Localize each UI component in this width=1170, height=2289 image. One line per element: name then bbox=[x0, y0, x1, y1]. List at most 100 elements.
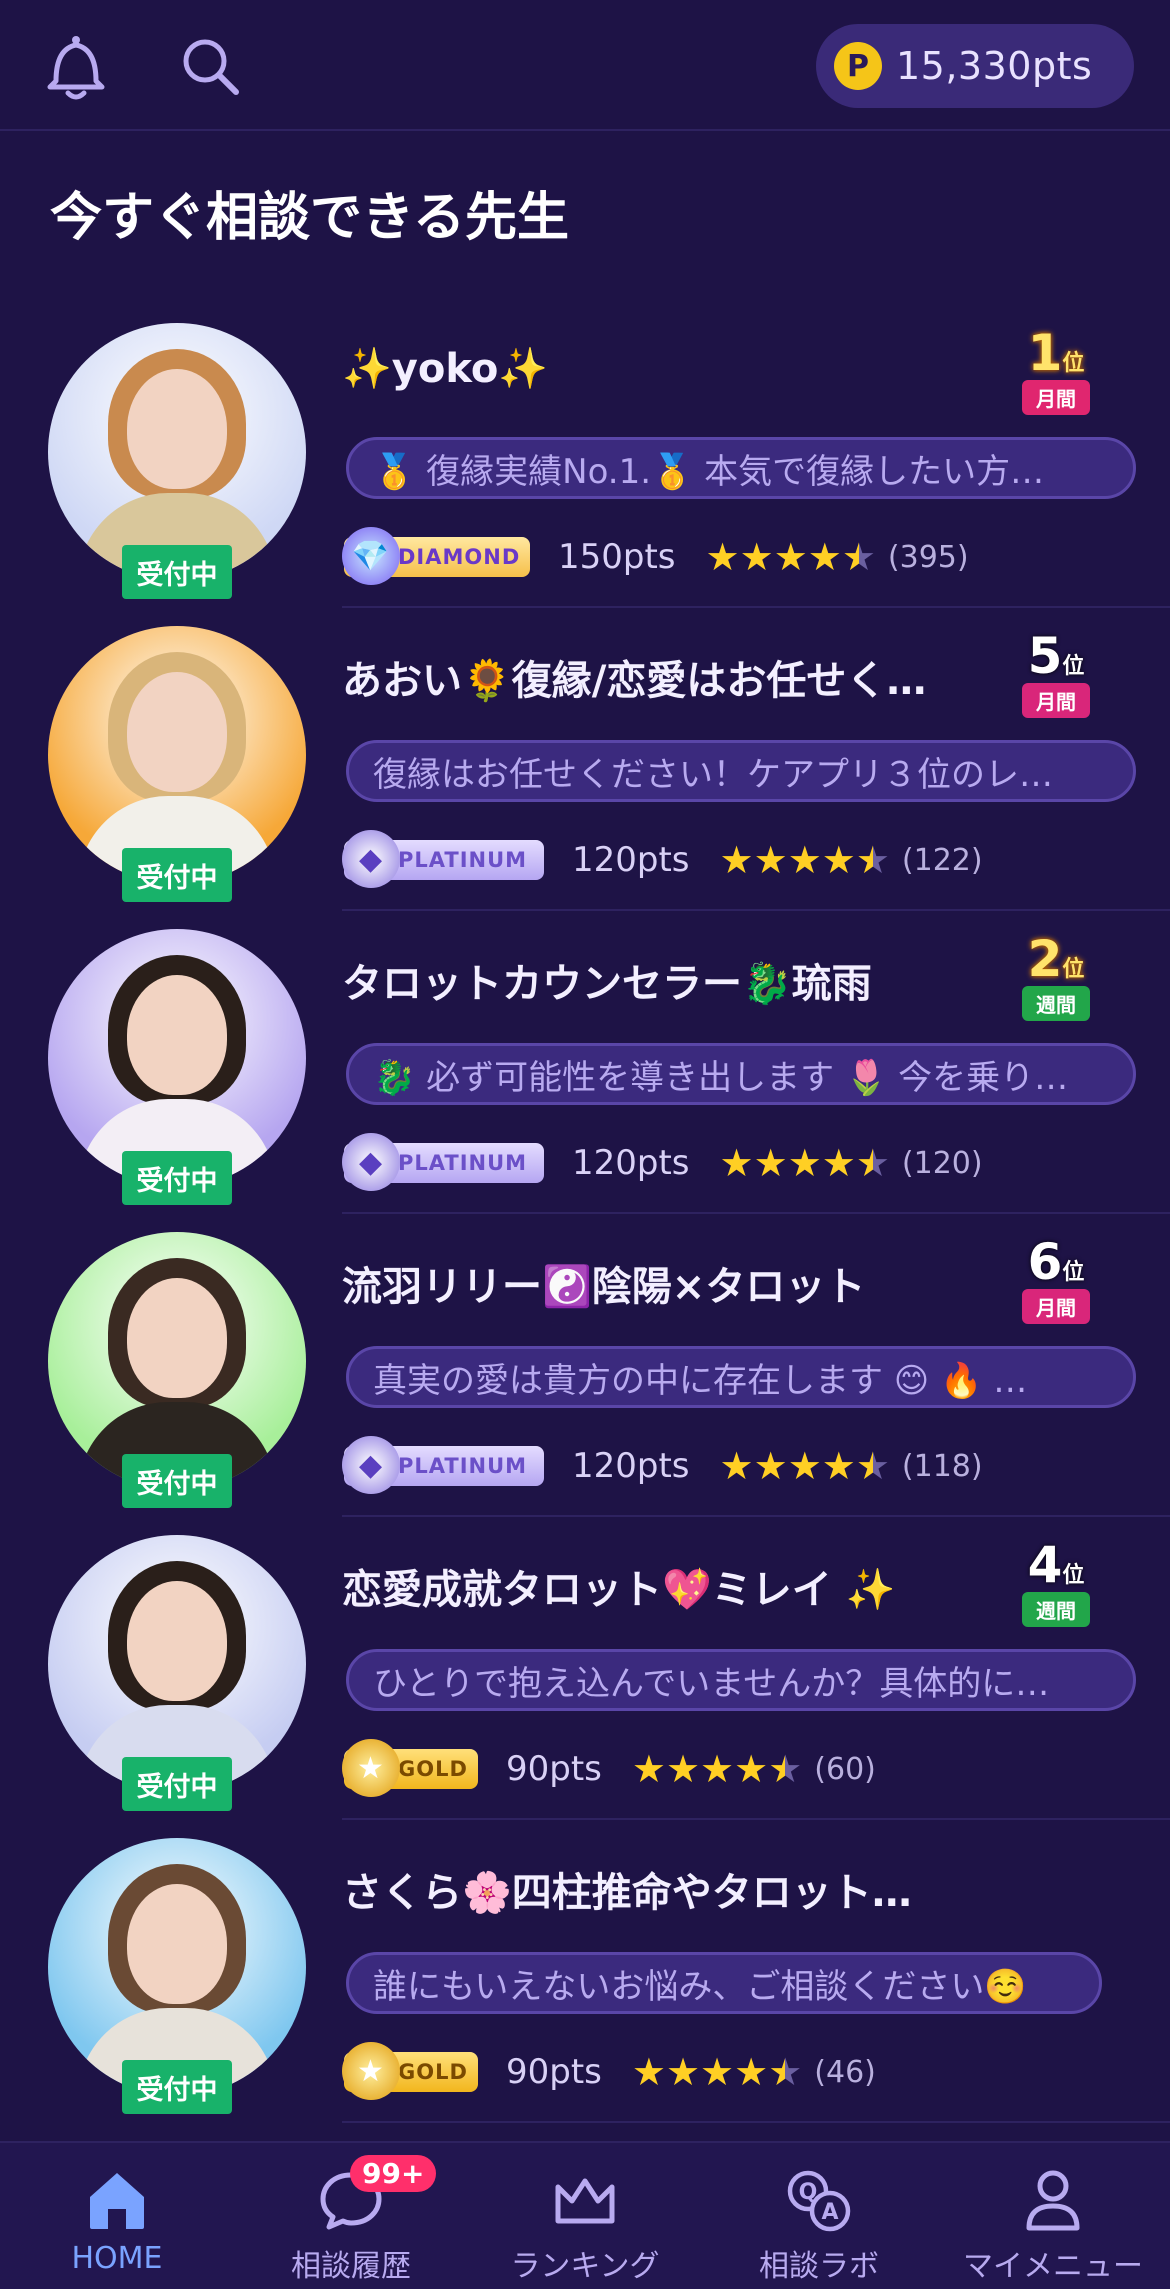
counselor-meta: ★ GOLD 90pts ★ ★ ★ ★ ★ (60) bbox=[342, 1739, 876, 1799]
rank-badge: 2位 週間 bbox=[986, 929, 1126, 1025]
price-per-minute: 150pts bbox=[558, 537, 676, 577]
avatar[interactable]: 受付中 bbox=[48, 1838, 306, 2114]
rating-star-icon: ★ bbox=[719, 838, 754, 882]
tier-label: GOLD bbox=[398, 2060, 468, 2084]
counselor-row[interactable]: 受付中 ✨yoko✨ 1位 月間 🥇 復縁実績No.1.🥇 本気で復縁したい方…… bbox=[0, 305, 1170, 608]
qa-icon: Q A bbox=[784, 2165, 854, 2235]
nav-mymenu[interactable]: マイメニュー bbox=[936, 2143, 1170, 2289]
rank-badge: 1位 月間 bbox=[986, 323, 1126, 419]
counselor-name: ✨yoko✨ bbox=[342, 346, 549, 392]
rating-star-icon: ★ bbox=[787, 1141, 822, 1185]
counselor-name: あおい🌻復縁/恋愛はお任せく… bbox=[342, 658, 927, 704]
tier-badge: ★ GOLD bbox=[342, 1739, 478, 1797]
avatar[interactable]: 受付中 bbox=[48, 323, 306, 599]
nav-home-label: HOME bbox=[71, 2241, 163, 2276]
counselor-meta: ★ GOLD 90pts ★ ★ ★ ★ ★ (46) bbox=[342, 2042, 876, 2102]
review-count: (120) bbox=[901, 1145, 983, 1181]
bell-icon[interactable] bbox=[38, 28, 114, 104]
review-count: (46) bbox=[814, 2054, 876, 2090]
rating-star-icon: ★ bbox=[821, 838, 856, 882]
tier-gem-icon: ◆ bbox=[342, 1133, 400, 1191]
nav-lab[interactable]: Q A 相談ラボ bbox=[702, 2143, 936, 2289]
counselor-row[interactable]: 受付中 恋愛成就タロット💖ミレイ ✨ 4位 週間 ひとりで抱え込んでいませんか？… bbox=[0, 1517, 1170, 1820]
rank-number: 2位 bbox=[1027, 929, 1085, 988]
counselor-name: 流羽リリー☯️陰陽×タロット bbox=[342, 1264, 866, 1310]
counselor-row[interactable]: 受付中 あおい🌻復縁/恋愛はお任せく… 5位 月間 復縁はお任せください！ケアプ… bbox=[0, 608, 1170, 911]
rating-star-icon: ★ bbox=[719, 1141, 754, 1185]
counselor-meta: ◆ PLATINUM 120pts ★ ★ ★ ★ ★ (122) bbox=[342, 830, 983, 890]
avatar[interactable]: 受付中 bbox=[48, 626, 306, 902]
rating-star-icon: ★ bbox=[773, 535, 808, 579]
user-icon bbox=[1018, 2165, 1088, 2235]
avatar[interactable]: 受付中 bbox=[48, 929, 306, 1205]
rank-period: 月間 bbox=[1022, 682, 1090, 718]
rank-period: 月間 bbox=[1022, 1288, 1090, 1324]
review-count: (118) bbox=[901, 1448, 983, 1484]
rating-star-icon: ★ bbox=[768, 2050, 803, 2094]
home-icon bbox=[82, 2165, 152, 2235]
intro-message: 🥇 復縁実績No.1.🥇 本気で復縁したい方… bbox=[346, 437, 1136, 499]
counselor-row[interactable]: 受付中 流羽リリー☯️陰陽×タロット 6位 月間 真実の愛は貴方の中に存在します… bbox=[0, 1214, 1170, 1517]
rating-star-icon: ★ bbox=[787, 838, 822, 882]
nav-history-label: 相談履歴 bbox=[291, 2249, 411, 2284]
status-badge: 受付中 bbox=[122, 1151, 232, 1205]
avatar-face bbox=[127, 672, 227, 792]
tier-gem-icon: ◆ bbox=[342, 830, 400, 888]
rating-star-icon: ★ bbox=[753, 1141, 788, 1185]
rank-number: 6位 bbox=[1027, 1232, 1085, 1291]
rating-star-icon: ★ bbox=[855, 1141, 890, 1185]
rank-period: 週間 bbox=[1022, 985, 1090, 1021]
rating-star-icon: ★ bbox=[734, 2050, 769, 2094]
counselor-meta: 💎 DIAMOND 150pts ★ ★ ★ ★ ★ (395) bbox=[342, 527, 969, 587]
counselor-row[interactable]: 受付中 さくら🌸四柱推命やタロット… 誰にもいえないお悩み、ご相談ください☺️ … bbox=[0, 1820, 1170, 2123]
avatar-face bbox=[127, 1581, 227, 1701]
tier-gem-icon: ★ bbox=[342, 2042, 400, 2100]
avatar-photo bbox=[48, 323, 306, 581]
rank-badge: 4位 週間 bbox=[986, 1535, 1126, 1631]
nav-ranking[interactable]: ランキング bbox=[468, 2143, 702, 2289]
nav-home[interactable]: HOME bbox=[0, 2143, 234, 2289]
points-balance-button[interactable]: P 15,330pts bbox=[816, 24, 1134, 108]
rating-stars: ★ ★ ★ ★ ★ bbox=[632, 2053, 802, 2091]
review-count: (395) bbox=[887, 539, 969, 575]
rank-period: 月間 bbox=[1022, 379, 1090, 415]
search-icon[interactable] bbox=[172, 28, 248, 104]
avatar-face bbox=[127, 1884, 227, 2004]
rating-star-icon: ★ bbox=[631, 1747, 666, 1791]
nav-history[interactable]: 99+ 相談履歴 bbox=[234, 2143, 468, 2289]
rating-star-icon: ★ bbox=[821, 1141, 856, 1185]
app-screen: P 15,330pts 今すぐ相談できる先生 受付中 ✨yoko✨ 1位 月間 … bbox=[0, 0, 1170, 2289]
counselor-name: 恋愛成就タロット💖ミレイ ✨ bbox=[342, 1567, 896, 1613]
review-count: (60) bbox=[814, 1751, 876, 1787]
rating-star-icon: ★ bbox=[734, 1747, 769, 1791]
nav-mymenu-label: マイメニュー bbox=[963, 2249, 1143, 2284]
avatar[interactable]: 受付中 bbox=[48, 1535, 306, 1811]
rating-star-icon: ★ bbox=[719, 1444, 754, 1488]
rating-stars: ★ ★ ★ ★ ★ bbox=[632, 1750, 802, 1788]
tier-gem-icon: 💎 bbox=[342, 527, 400, 585]
price-per-minute: 120pts bbox=[572, 1446, 690, 1486]
tier-label: PLATINUM bbox=[398, 848, 528, 872]
price-per-minute: 90pts bbox=[506, 1749, 602, 1789]
rating-star-icon: ★ bbox=[665, 1747, 701, 1791]
points-coin-icon: P bbox=[834, 42, 882, 90]
tier-badge: ◆ PLATINUM bbox=[342, 1133, 544, 1191]
intro-message: 復縁はお任せください！ケアプリ３位のレ… bbox=[346, 740, 1136, 802]
nav-lab-label: 相談ラボ bbox=[759, 2249, 879, 2284]
price-per-minute: 120pts bbox=[572, 840, 690, 880]
rating-star-icon: ★ bbox=[739, 535, 774, 579]
rating-stars: ★ ★ ★ ★ ★ bbox=[720, 1447, 890, 1485]
counselor-row[interactable]: 受付中 タロットカウンセラー🐉琉雨 2位 週間 🐉 必ず可能性を導き出します 🌷… bbox=[0, 911, 1170, 1214]
tier-label: PLATINUM bbox=[398, 1151, 528, 1175]
rating-star-icon: ★ bbox=[807, 535, 842, 579]
avatar[interactable]: 受付中 bbox=[48, 1232, 306, 1508]
points-value: 15,330pts bbox=[896, 44, 1093, 88]
tier-label: DIAMOND bbox=[398, 545, 521, 569]
price-per-minute: 120pts bbox=[572, 1143, 690, 1183]
avatar-photo bbox=[48, 1838, 306, 2096]
top-bar: P 15,330pts bbox=[0, 0, 1170, 131]
rating-star-icon: ★ bbox=[700, 2050, 735, 2094]
rating-star-icon: ★ bbox=[855, 1444, 890, 1488]
price-per-minute: 90pts bbox=[506, 2052, 602, 2092]
counselor-list: 受付中 ✨yoko✨ 1位 月間 🥇 復縁実績No.1.🥇 本気で復縁したい方…… bbox=[0, 305, 1170, 2123]
